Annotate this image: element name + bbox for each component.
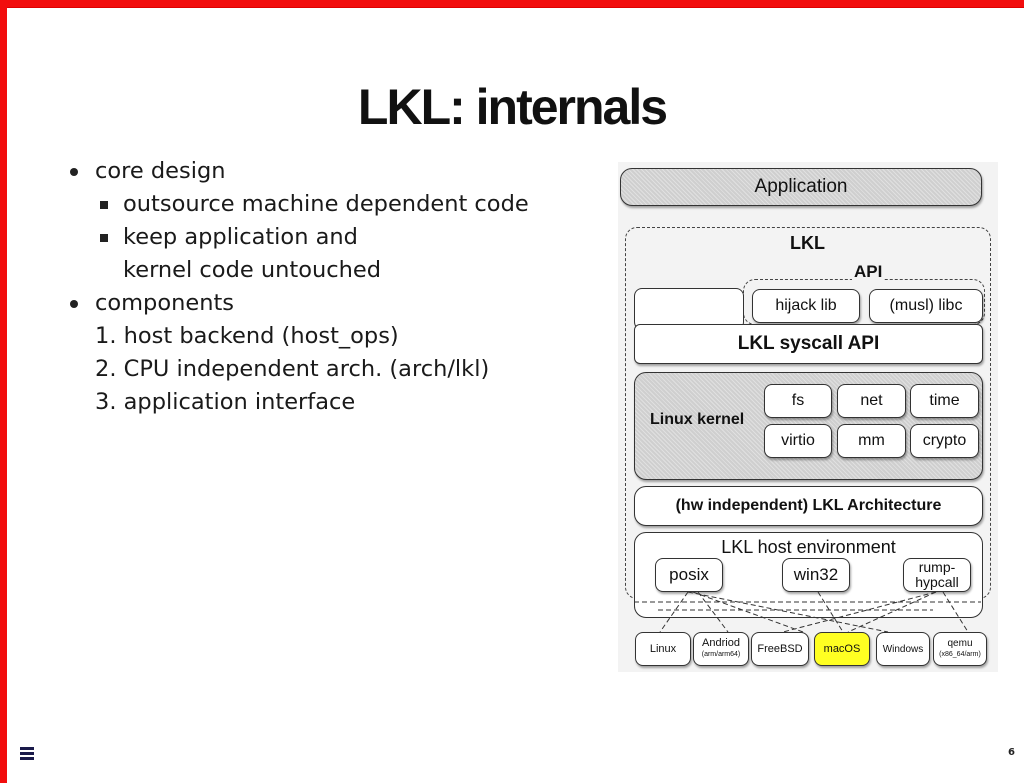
bullet-square-icon	[100, 234, 108, 242]
platform-linux: Linux	[635, 632, 691, 666]
platform-label: Windows	[882, 643, 924, 655]
platform-windows: Windows	[876, 632, 930, 666]
connector-line	[847, 591, 937, 633]
platform-label: Linux	[649, 643, 677, 655]
platform-sublabel: (arm/arm64)	[701, 651, 741, 658]
platform-sublabel: (x86_64/arm)	[939, 651, 981, 658]
connector-lines	[634, 591, 981, 633]
platform-freebsd: FreeBSD	[751, 632, 809, 666]
bullet-item: kernel code untouched	[123, 257, 381, 283]
lkl-architecture-diagram: Application LKL API hijack lib (musl) li…	[618, 162, 998, 672]
bullet-item: keep application and	[123, 224, 358, 250]
platform-android: Andriod (arm/arm64)	[693, 632, 749, 666]
bullet-disc-icon	[70, 300, 78, 308]
slide-title: LKL: internals	[357, 79, 668, 135]
platform-label: macOS	[823, 643, 861, 655]
numbered-item: 2. CPU independent arch. (arch/lkl)	[95, 356, 490, 382]
connector-line	[659, 591, 689, 633]
connector-line	[782, 591, 937, 633]
bullet-item: components	[95, 290, 235, 316]
bullet-square-icon	[100, 201, 108, 209]
bullet-item: outsource machine dependent code	[123, 191, 529, 217]
numbered-item: 1. host backend (host_ops)	[95, 323, 399, 349]
page-number: 6	[1008, 747, 1015, 758]
connector-line	[942, 591, 969, 633]
bullet-item: core design	[95, 158, 226, 184]
platform-label: qemu	[947, 638, 973, 649]
connector-line	[817, 591, 844, 633]
platform-qemu: qemu (x86_64/arm)	[933, 632, 987, 666]
platform-label: FreeBSD	[757, 643, 803, 655]
numbered-item: 3. application interface	[95, 389, 356, 415]
platform-label: Andriod	[702, 637, 740, 649]
hamburger-menu-icon[interactable]	[20, 747, 34, 762]
connector-line	[697, 591, 729, 633]
platform-macos: macOS	[814, 632, 870, 666]
bullet-disc-icon	[70, 168, 78, 176]
slide-frame-top	[0, 0, 1024, 8]
